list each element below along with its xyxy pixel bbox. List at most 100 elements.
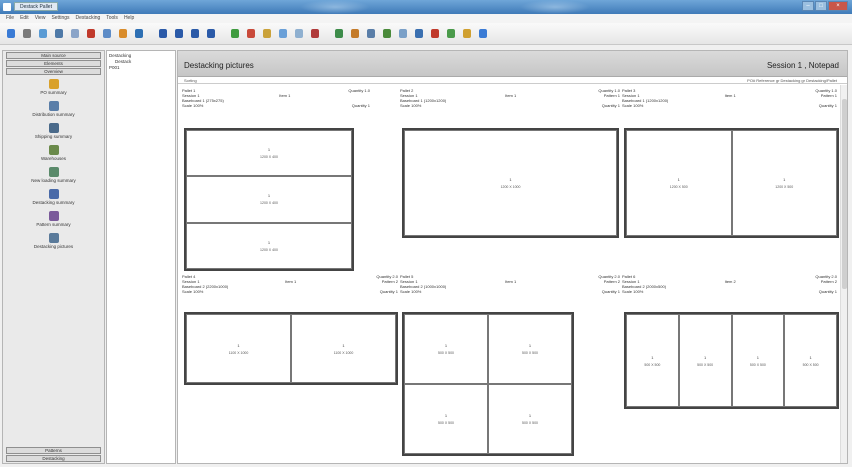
vertical-scrollbar[interactable]	[840, 85, 847, 463]
sidebar-tab-elements[interactable]: Elements	[6, 60, 101, 67]
sidebar-item-label: New loading summary	[31, 178, 76, 183]
pallet-icon[interactable]	[228, 26, 242, 42]
flag-icon[interactable]	[244, 26, 258, 42]
copy-icon[interactable]	[68, 26, 82, 42]
sidebar-tab-patterns[interactable]: Patterns	[6, 447, 101, 454]
lock-icon[interactable]	[260, 26, 274, 42]
chart-icon[interactable]	[132, 26, 146, 42]
pallet-cell[interactable]: 1 1100 X 1000	[186, 314, 291, 383]
key-icon[interactable]	[460, 26, 474, 42]
menu-file[interactable]: File	[3, 14, 17, 23]
pallet-cell[interactable]: 1 500 X 500	[404, 384, 488, 454]
print-icon[interactable]	[84, 26, 98, 42]
menu-settings[interactable]: Settings	[48, 14, 72, 23]
sidebar-item-pattern[interactable]: Pattern summary	[3, 211, 104, 229]
sidebar-item-distribution[interactable]: Distribution summary	[3, 101, 104, 119]
next-icon[interactable]	[188, 26, 202, 42]
tools-icon[interactable]	[292, 26, 306, 42]
report-icon[interactable]	[308, 26, 322, 42]
pallet-info-row: Scale 100% Quantity 1	[182, 289, 398, 294]
cell-dimensions: 1200 X 500	[669, 185, 688, 189]
tag-icon[interactable]	[276, 26, 290, 42]
pallet-cell[interactable]: 1 500 X 500	[731, 314, 785, 407]
minimize-button[interactable]: –	[802, 1, 814, 11]
pallet-cell[interactable]: 1 500 X 500	[404, 314, 488, 384]
box-icon[interactable]	[348, 26, 362, 42]
pallet-drawing[interactable]: 1 1100 X 1000 1 1100 X 1000	[184, 312, 398, 385]
pallet-drawing[interactable]: 1 500 X 500 1 500 X 500 1 500 X 500 1 500 X 500	[402, 312, 574, 456]
cell-dimensions: 1200 X 400	[260, 155, 278, 160]
pallet-cell[interactable]: 1 500 X 500	[678, 314, 732, 407]
open-icon[interactable]	[4, 26, 18, 42]
sidebar-item-loading[interactable]: New loading summary	[3, 167, 104, 185]
pallet-cell[interactable]: 1 500 X 500	[784, 314, 837, 407]
cell-dimensions: 1200 X 400	[260, 247, 278, 252]
stack-icon[interactable]	[332, 26, 346, 42]
cell-marker: 1	[342, 342, 345, 348]
cart-icon[interactable]	[396, 26, 410, 42]
maximize-button[interactable]: □	[815, 1, 827, 11]
window-title: Destack Pallet	[14, 2, 58, 11]
list-icon[interactable]	[20, 26, 34, 42]
pallet-item: Item 1	[505, 93, 517, 98]
pallet-cell[interactable]: 1 1200 X 500	[731, 130, 837, 236]
pallet-cell[interactable]: 1 1200 X 400	[186, 222, 352, 269]
pallet-cell[interactable]: 1 500 X 500	[626, 314, 679, 407]
zoom-icon[interactable]	[100, 26, 114, 42]
map-icon[interactable]	[412, 26, 426, 42]
sidebar-tab-main-source[interactable]: Main source	[6, 52, 101, 59]
shield-icon[interactable]	[476, 26, 490, 42]
cell-marker: 1	[528, 413, 532, 418]
sub-header-right: PO# Reference gr Destacking gr Destackin…	[747, 78, 837, 83]
chart2-icon[interactable]	[428, 26, 442, 42]
first-icon[interactable]	[156, 26, 170, 42]
pallet-pattern: Pattern 1	[603, 93, 620, 98]
pallet-cell[interactable]: 1 1200 X 500	[626, 130, 732, 236]
cell-dimensions: 1100 X 1000	[228, 350, 249, 355]
pallet-cell[interactable]: 1 1200 X 1000	[404, 130, 617, 236]
window-controls: – □ ×	[802, 1, 848, 11]
sidebar-item-shipping[interactable]: Shipping summary	[3, 123, 104, 141]
menu-edit[interactable]: Edit	[17, 14, 32, 23]
sidebar-item-label: Destacking summary	[32, 200, 75, 205]
pallet-cell[interactable]: 1 1200 X 400	[186, 130, 352, 177]
pallet-scale: Scale 100%	[400, 289, 422, 294]
pallet-drawing[interactable]: 1 500 X 500 1 500 X 500 1 500 X 500 1 500 X 500	[624, 312, 839, 409]
sidebar-item-po[interactable]: PO summary	[3, 79, 104, 97]
warehouse-icon	[48, 145, 59, 155]
menu-tools[interactable]: Tools	[103, 14, 121, 23]
cell-marker: 1	[444, 343, 448, 348]
menu-help[interactable]: Help	[121, 14, 137, 23]
save-icon[interactable]	[52, 26, 66, 42]
cell-dimensions: 500 X 500	[697, 362, 714, 367]
wrench-icon[interactable]	[364, 26, 378, 42]
sidebar-tab-overview[interactable]: Overview	[6, 68, 101, 75]
menu-view[interactable]: View	[32, 14, 49, 23]
pallet-layer-quantity: Quantity 1	[818, 103, 837, 108]
pallet-cell[interactable]: 1 500 X 500	[488, 314, 572, 384]
pallet-drawing[interactable]: 1 1200 X 500 1 1200 X 500	[624, 128, 839, 238]
last-icon[interactable]	[204, 26, 218, 42]
pallet-cell[interactable]: 1 1200 X 400	[186, 176, 352, 223]
page-title: Destacking pictures	[184, 61, 254, 70]
pallet-cell[interactable]: 1 500 X 500	[488, 384, 572, 454]
scrollbar-thumb[interactable]	[842, 99, 847, 289]
pallet-scale: Scale 100%	[622, 103, 644, 108]
menu-destacking[interactable]: Destacking	[73, 14, 104, 23]
truck-icon[interactable]	[380, 26, 394, 42]
pallet-info: Pallet 6 Quantity 2.0 Session 1 Item 2 Patte…	[622, 274, 837, 294]
pallet-info-row: Scale 100% Quantity 1	[400, 289, 620, 294]
grid-icon[interactable]	[36, 26, 50, 42]
prev-icon[interactable]	[172, 26, 186, 42]
pallet-drawing[interactable]: 1 1200 X 400 1 1200 X 400 1 1200 X 400	[184, 128, 354, 271]
tree-item-p001[interactable]: P001	[109, 65, 173, 71]
sidebar-item-warehouse[interactable]: Warehouses	[3, 145, 104, 163]
user-icon[interactable]	[444, 26, 458, 42]
sidebar-item-picture[interactable]: Destacking pictures	[3, 233, 104, 251]
config-icon[interactable]	[116, 26, 130, 42]
sidebar-tab-destacking[interactable]: Destacking	[6, 455, 101, 462]
pallet-cell[interactable]: 1 1100 X 1000	[291, 314, 396, 383]
pallet-drawing[interactable]: 1 1200 X 1000	[402, 128, 619, 238]
sidebar-item-destack[interactable]: Destacking summary	[3, 189, 104, 207]
close-button[interactable]: ×	[828, 1, 848, 11]
